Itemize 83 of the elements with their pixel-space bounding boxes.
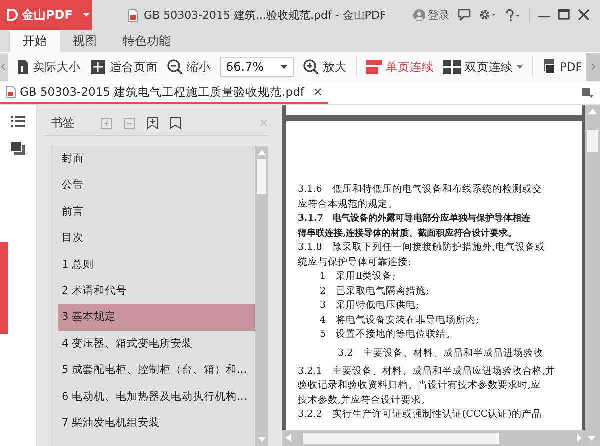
app-menu-button[interactable]: 金山PDF — [0, 0, 92, 30]
scroll-right-icon[interactable] — [586, 53, 600, 81]
caret-icon — [82, 13, 90, 17]
document-text: 3.2.2 实行生产许可证或强制性认证(CCC认证)的产品 — [298, 408, 543, 422]
document-text: 验收记录和验收资料归档。当设计有技术参数要求时,应 — [298, 379, 542, 393]
caret-icon — [281, 65, 288, 69]
collapse-icon[interactable] — [124, 118, 135, 128]
panel-toggle-handle[interactable] — [0, 242, 8, 334]
document-text: 5 设置不接地的等电位联结。 — [319, 328, 458, 342]
bookmark-item[interactable]: 公告 — [58, 172, 255, 199]
document-icon — [542, 59, 556, 75]
chat-icon[interactable] — [458, 9, 471, 21]
document-text: 4 将电气设备安装在非导电场所内; — [319, 314, 480, 328]
bookmark-item[interactable]: 目次 — [58, 225, 255, 252]
tab-list-icon[interactable] — [582, 88, 594, 98]
bookmark-item[interactable]: 3 基本规定 — [58, 304, 255, 331]
maximize-icon[interactable] — [558, 9, 570, 21]
scrollbar-thumb[interactable] — [587, 130, 598, 152]
window-title: GB 50303-2015 建筑...验收规范.pdf - 金山PDF — [144, 8, 386, 22]
scrollbar[interactable] — [282, 430, 600, 446]
bookmark-item[interactable]: 5 成套配电柜、控制柜（台、箱）和... — [58, 357, 255, 384]
scrollbar-thumb[interactable] — [303, 432, 499, 444]
fit-button[interactable]: 适合页面 — [90, 59, 158, 75]
ribbon-tab[interactable]: 开始 — [10, 30, 60, 52]
scroll-up-icon[interactable] — [588, 109, 596, 114]
close-icon[interactable] — [314, 88, 322, 96]
scroll-down-icon[interactable] — [588, 436, 596, 440]
bookmark-item[interactable]: 1 总则 — [58, 252, 255, 278]
bookmark-icon[interactable] — [170, 117, 181, 129]
zoom-in-button[interactable]: 放大 — [303, 59, 347, 75]
zoom-out-icon — [167, 59, 183, 75]
add-bookmark-icon[interactable] — [147, 117, 158, 129]
pdf-file-icon — [6, 86, 16, 98]
scroll-left-icon[interactable] — [286, 434, 291, 442]
close-icon[interactable] — [578, 9, 590, 21]
actual-button[interactable]: 实际大小 — [17, 59, 81, 75]
settings-icon[interactable] — [479, 9, 497, 21]
scrollbar-thumb[interactable] — [257, 159, 266, 194]
scroll-right-icon[interactable] — [577, 434, 582, 442]
logo-icon — [6, 9, 18, 21]
export-button[interactable]: PDF — [542, 59, 582, 75]
bookmark-item[interactable]: 封面 — [58, 146, 255, 172]
user-icon — [413, 8, 426, 22]
document-text: 1 采用Ⅱ类设备; — [319, 270, 397, 284]
panel-title: 书签 — [51, 114, 75, 132]
help-icon[interactable] — [505, 8, 521, 22]
scroll-left-icon[interactable] — [0, 53, 8, 81]
bookmark-item[interactable]: 7 柴油发电机组安装 — [58, 410, 255, 436]
ribbon-tab[interactable]: 视图 — [60, 30, 110, 52]
document-text: 3 采用特低电压供电; — [319, 299, 420, 313]
scrollbar[interactable] — [255, 146, 268, 446]
document-text: 得串联连接,连接导体的材质、截面积应符合设计要求。 — [298, 226, 518, 240]
view-mode-button[interactable]: 单页连续 — [366, 60, 434, 74]
bookmark-item[interactable]: 前言 — [58, 198, 255, 226]
scrollbar[interactable] — [585, 105, 600, 430]
document-text: 3.1.6 低压和特低压的电气设备和布线系统的检测或交 — [298, 183, 544, 197]
single-page-icon — [366, 60, 382, 74]
document-text: 3.1.8 除采取下列任一间接接触防护措施外,电气设备或 — [298, 241, 546, 255]
scroll-up-icon[interactable] — [258, 150, 266, 155]
document-text: 2 已采取电气隔离措施; — [319, 284, 430, 298]
bookmark-item[interactable]: 4 变压器、箱式变电所安装 — [58, 330, 255, 358]
document-text: 3.1.7 电气设备的外露可导电部分应单独与保护导体相连 — [298, 212, 532, 226]
scroll-down-icon[interactable] — [258, 437, 266, 442]
zoom-out-button[interactable]: 缩小 — [167, 59, 211, 75]
view-mode-button[interactable]: 双页连续 — [443, 60, 523, 74]
document-text: 统应与保护导体可靠连接: — [298, 256, 412, 270]
document-text: 应符合本规范的规定。 — [298, 198, 399, 212]
double-page-icon — [443, 60, 461, 74]
document-text: 技术参数,并应符合设计要求。 — [298, 394, 432, 408]
zoom-in-icon — [303, 59, 319, 75]
document-text: 3.2.1 主要设备、材料、成品和半成品应进场验收合格,并 — [298, 364, 556, 378]
bookmark-item[interactable]: 6 电动机、电加热器及电动执行机构... — [58, 384, 255, 410]
zoom-dropdown[interactable]: 66.7% — [220, 57, 294, 77]
caret-icon — [517, 65, 523, 69]
expand-icon[interactable] — [101, 118, 112, 128]
app-logo-text: 金山PDF — [22, 6, 73, 24]
ribbon-tab[interactable]: 特色功能 — [110, 30, 184, 52]
bookmark-item[interactable]: 2 术语和代号 — [58, 278, 255, 304]
pdf-file-icon — [128, 8, 139, 22]
login-button[interactable]: 登录 — [413, 8, 450, 22]
document-text: 3.2 主要设备、材料、成品和半成品进场验收 — [337, 346, 544, 360]
list-icon[interactable] — [11, 116, 25, 127]
pages-icon[interactable] — [11, 142, 25, 155]
